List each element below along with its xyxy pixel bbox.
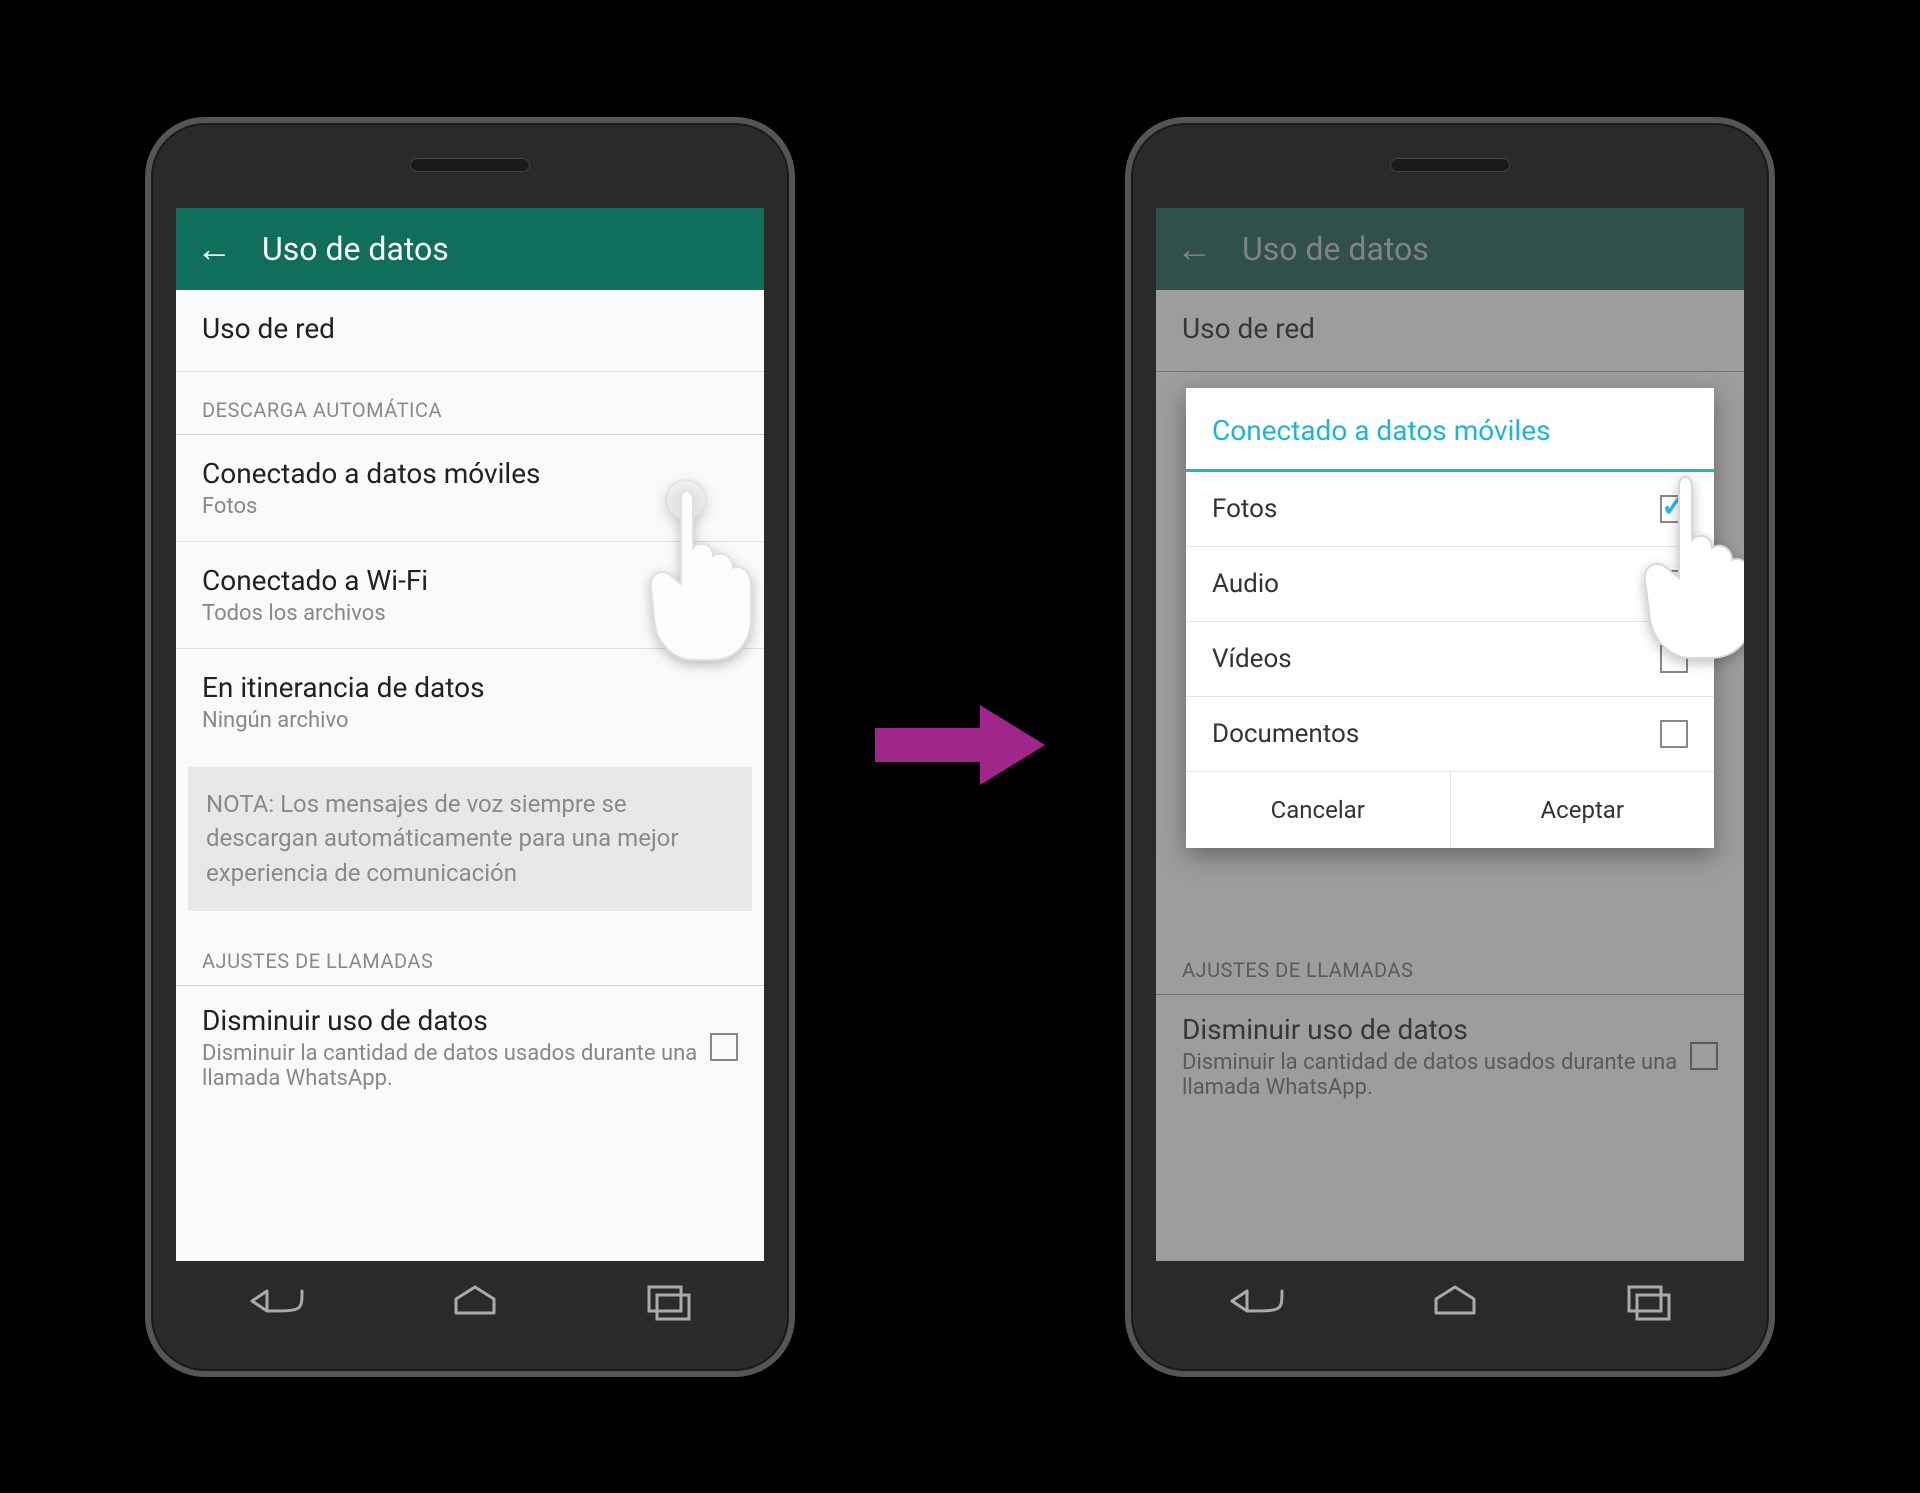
note-box: NOTA: Los mensajes de voz siempre se des… bbox=[188, 767, 752, 911]
item-subtitle: Disminuir la cantidad de datos usados du… bbox=[1182, 1050, 1690, 1100]
section-header-auto-download: DESCARGA AUTOMÁTICA bbox=[176, 372, 764, 435]
settings-content: Uso de red DESCARGA AUTOMÁTICA Conectado… bbox=[176, 290, 764, 1261]
pointer-hand-icon bbox=[641, 478, 771, 672]
arrow-right-icon bbox=[875, 700, 1045, 794]
phone-speaker bbox=[410, 158, 530, 172]
phone-left: ← Uso de datos Uso de red DESCARGA AUTOM… bbox=[145, 117, 795, 1377]
checkbox-reduce-data[interactable] bbox=[1690, 1042, 1718, 1070]
nav-back-icon[interactable] bbox=[247, 1283, 307, 1323]
app-bar: ← Uso de datos bbox=[1156, 208, 1744, 290]
item-subtitle: Disminuir la cantidad de datos usados du… bbox=[202, 1041, 710, 1091]
phone-right: ← Uso de datos Uso de red AJUSTES DE LLA… bbox=[1125, 117, 1775, 1377]
app-bar: ← Uso de datos bbox=[176, 208, 764, 290]
item-title: Disminuir uso de datos bbox=[202, 1004, 710, 1037]
section-header-call-settings: AJUSTES DE LLAMADAS bbox=[176, 923, 764, 986]
item-title: Uso de red bbox=[1182, 312, 1718, 345]
back-arrow-icon[interactable]: ← bbox=[1176, 231, 1212, 267]
nav-recent-icon[interactable] bbox=[643, 1281, 693, 1325]
app-bar-title: Uso de datos bbox=[262, 230, 449, 268]
nav-home-icon[interactable] bbox=[1430, 1283, 1480, 1323]
screen-right: ← Uso de datos Uso de red AJUSTES DE LLA… bbox=[1156, 208, 1744, 1261]
pointer-hand-icon bbox=[1634, 468, 1744, 672]
dialog-option-documentos[interactable]: Documentos bbox=[1186, 697, 1714, 772]
list-item-network-usage[interactable]: Uso de red bbox=[176, 290, 764, 372]
list-item-reduce-data[interactable]: Disminuir uso de datos Disminuir la cant… bbox=[176, 986, 764, 1097]
dialog-buttons: Cancelar Aceptar bbox=[1186, 772, 1714, 848]
item-title: Disminuir uso de datos bbox=[1182, 1013, 1690, 1046]
android-nav-bar bbox=[1156, 1261, 1744, 1346]
dialog-title: Conectado a datos móviles bbox=[1186, 388, 1714, 472]
item-title: En itinerancia de datos bbox=[202, 671, 738, 704]
item-subtitle: Ningún archivo bbox=[202, 708, 738, 733]
checkbox-documentos[interactable] bbox=[1660, 720, 1688, 748]
cancel-button[interactable]: Cancelar bbox=[1186, 772, 1451, 848]
phone-speaker bbox=[1390, 158, 1510, 172]
dialog-option-label: Vídeos bbox=[1212, 644, 1292, 674]
app-bar-title: Uso de datos bbox=[1242, 230, 1429, 268]
dialog-option-label: Documentos bbox=[1212, 719, 1359, 749]
back-arrow-icon[interactable]: ← bbox=[196, 231, 232, 267]
list-item-reduce-data[interactable]: Disminuir uso de datos Disminuir la cant… bbox=[1156, 995, 1744, 1106]
nav-home-icon[interactable] bbox=[450, 1283, 500, 1323]
list-item-network-usage[interactable]: Uso de red bbox=[1156, 290, 1744, 372]
android-nav-bar bbox=[176, 1261, 764, 1346]
nav-recent-icon[interactable] bbox=[1623, 1281, 1673, 1325]
dialog-option-label: Audio bbox=[1212, 569, 1279, 599]
item-title: Uso de red bbox=[202, 312, 738, 345]
screen-left: ← Uso de datos Uso de red DESCARGA AUTOM… bbox=[176, 208, 764, 1261]
checkbox-reduce-data[interactable] bbox=[710, 1033, 738, 1061]
accept-button[interactable]: Aceptar bbox=[1451, 772, 1715, 848]
section-header-call-settings: AJUSTES DE LLAMADAS bbox=[1156, 932, 1744, 995]
nav-back-icon[interactable] bbox=[1227, 1283, 1287, 1323]
dialog-option-label: Fotos bbox=[1212, 494, 1277, 524]
